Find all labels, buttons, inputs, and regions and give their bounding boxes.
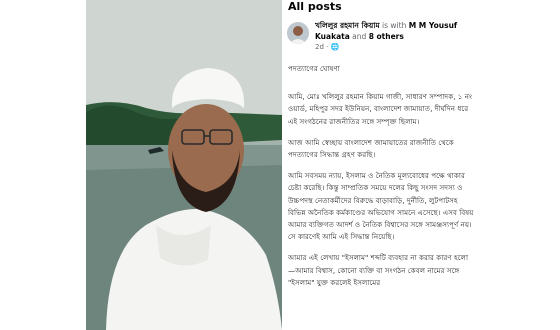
author-avatar[interactable] [287,22,309,44]
post-paragraph: আজ আমি স্বেচ্ছায় বাংলাদেশ জামায়াতের রা… [288,137,454,160]
left-background [0,0,86,330]
post-panel: All posts খলিলুর রহমান কিয়াম is with M … [282,0,478,330]
post-content: পদত্যাগের ঘোষণা আমি, মোঃ খলিলুর রহমান কি… [288,63,474,298]
post-paragraph-title: পদত্যাগের ঘোষণা [288,64,340,73]
post-author-row: খলিলুর রহমান কিয়াম is with M M Yousuf K… [287,20,475,56]
meta-dot: · [326,43,329,51]
page-title: All posts [288,0,342,13]
right-background [478,0,560,330]
author-line: খলিলুর রহমান কিয়াম is with M M Yousuf K… [315,20,475,42]
post-time[interactable]: 2d [315,43,324,51]
is-with-text: is with [382,21,407,30]
globe-icon: 🌐 [330,43,340,51]
others-link[interactable]: 8 others [369,32,404,41]
and-text: and [352,32,367,41]
post-paragraph: আমি সবসময় ন্যায়, ইসলাম ও নৈতিক মূল্যবো… [288,171,474,242]
author-name[interactable]: খলিলুর রহমান কিয়াম [315,21,380,30]
post-paragraph: আমার এই লেখায় "ইসলাম" শব্দটি ব্যবহার না… [288,253,469,287]
post-paragraph: আমি, মোঃ খলিলুর রহমান কিয়াম গাজী, সাধার… [288,92,473,126]
profile-photo [86,0,282,330]
post-meta: 2d · 🌐 [315,43,339,51]
